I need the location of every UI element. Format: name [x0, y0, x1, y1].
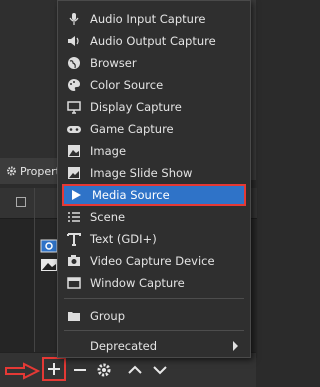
menu-item-game-capture[interactable]: Game Capture — [62, 118, 246, 140]
menu-item-label: Scene — [90, 210, 126, 224]
properties-bar[interactable]: Propert — [0, 158, 60, 184]
preview-dark-region — [0, 0, 60, 180]
image-source-icon[interactable] — [40, 258, 58, 272]
gear-icon — [97, 363, 111, 377]
menu-item-image-slide-show[interactable]: Image Slide Show — [62, 162, 246, 184]
speaker-icon — [64, 33, 84, 49]
menu-separator — [64, 298, 244, 299]
menu-item-audio-input-capture[interactable]: Audio Input Capture — [62, 8, 246, 30]
image-icon — [64, 143, 84, 159]
text-icon — [64, 231, 84, 247]
menu-item-label: Audio Input Capture — [90, 12, 206, 26]
menu-item-window-capture[interactable]: Window Capture — [62, 272, 246, 294]
add-source-button[interactable] — [42, 357, 66, 381]
move-up-button[interactable] — [125, 360, 145, 380]
menu-item-label: Deprecated — [90, 339, 158, 353]
menu-item-browser[interactable]: Browser — [62, 52, 246, 74]
gamepad-icon — [64, 121, 84, 137]
chevron-down-icon — [153, 366, 167, 375]
properties-label[interactable]: Propert — [20, 165, 60, 178]
menu-item-label: Media Source — [92, 188, 170, 202]
camera-source-icon[interactable] — [40, 239, 58, 253]
slideshow-icon — [64, 165, 84, 181]
menu-item-label: Browser — [90, 56, 137, 70]
folder-icon — [64, 308, 84, 324]
chevron-up-icon — [128, 365, 142, 374]
menu-item-label: Image Slide Show — [90, 166, 193, 180]
minus-icon — [74, 369, 86, 371]
menu-item-label: Display Capture — [90, 100, 182, 114]
play-icon — [66, 187, 86, 203]
move-down-button[interactable] — [150, 360, 170, 380]
add-icon — [48, 363, 60, 375]
menu-item-label: Video Capture Device — [90, 254, 215, 268]
add-source-menu: Audio Input Capture Audio Output Capture… — [57, 0, 251, 358]
globe-icon — [64, 55, 84, 71]
menu-item-audio-output-capture[interactable]: Audio Output Capture — [62, 30, 246, 52]
menu-item-group[interactable]: Group — [62, 305, 246, 327]
remove-source-button[interactable] — [70, 360, 90, 380]
list-icon — [64, 209, 84, 225]
menu-item-video-capture-device[interactable]: Video Capture Device — [62, 250, 246, 272]
menu-item-text-gdi[interactable]: Text (GDI+) — [62, 228, 246, 250]
menu-separator — [64, 330, 244, 331]
monitor-icon — [64, 99, 84, 115]
scenes-panel-header — [0, 188, 34, 219]
camera-icon — [64, 253, 84, 269]
menu-item-color-source[interactable]: Color Source — [62, 74, 246, 96]
menu-item-label: Audio Output Capture — [90, 34, 216, 48]
menu-item-display-capture[interactable]: Display Capture — [62, 96, 246, 118]
menu-item-label: Window Capture — [90, 276, 185, 290]
palette-icon — [64, 77, 84, 93]
gear-icon — [7, 166, 16, 176]
menu-item-label: Color Source — [90, 78, 164, 92]
menu-item-deprecated[interactable]: Deprecated — [62, 335, 246, 357]
window-icon — [64, 275, 84, 291]
undock-icon[interactable] — [16, 197, 26, 207]
menu-item-label: Group — [90, 309, 126, 323]
menu-item-media-source[interactable]: Media Source — [62, 184, 246, 206]
microphone-icon — [64, 11, 84, 27]
menu-item-label: Text (GDI+) — [90, 232, 157, 246]
menu-item-image[interactable]: Image — [62, 140, 246, 162]
menu-item-label: Image — [90, 144, 127, 158]
submenu-arrow-icon — [233, 341, 238, 351]
scenes-panel — [0, 188, 34, 358]
annotation-arrow-icon — [5, 362, 40, 380]
menu-item-scene[interactable]: Scene — [62, 206, 246, 228]
menu-item-label: Game Capture — [90, 122, 174, 136]
source-settings-button[interactable] — [94, 360, 114, 380]
